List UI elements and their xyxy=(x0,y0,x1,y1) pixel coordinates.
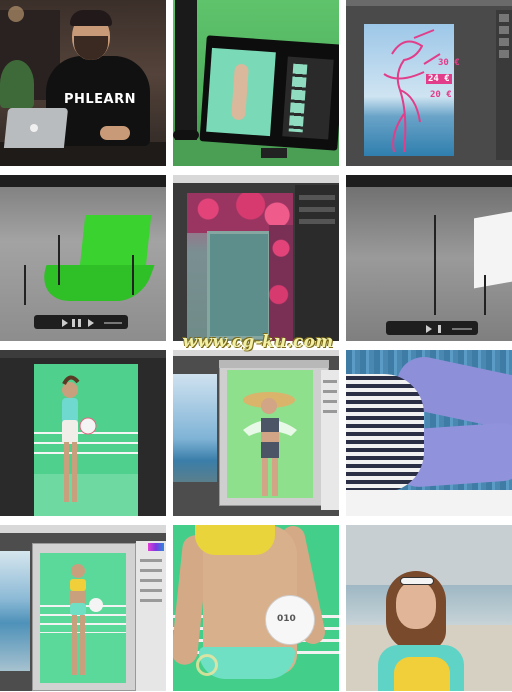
app-topbar xyxy=(346,0,512,6)
softbox xyxy=(474,211,512,289)
tile-beach-portrait[interactable] xyxy=(346,525,512,691)
play-pause-icon[interactable] xyxy=(386,322,478,336)
tool-icon[interactable] xyxy=(499,38,509,46)
striped-shorts xyxy=(346,374,424,492)
watermark-logo xyxy=(196,654,218,676)
person-leg xyxy=(175,0,197,140)
model-figure xyxy=(70,564,103,675)
app-menubar xyxy=(0,525,166,533)
tool-icon[interactable] xyxy=(499,50,509,58)
lamp xyxy=(8,6,24,22)
playback-controls[interactable] xyxy=(34,315,128,329)
tool-icon[interactable] xyxy=(499,14,509,22)
app-topbar xyxy=(0,350,166,358)
sunglasses xyxy=(400,577,434,585)
ball-text: 010 xyxy=(277,614,296,624)
tile-legs-close-up[interactable] xyxy=(346,350,512,516)
panel-row[interactable] xyxy=(140,589,162,592)
light-stand xyxy=(24,265,26,305)
viewer-topbar xyxy=(346,175,512,187)
layer-row[interactable] xyxy=(323,390,337,393)
layer-row[interactable] xyxy=(323,400,337,403)
tile-flowers-door-edit[interactable] xyxy=(173,175,339,341)
tile-photoshop-hat-model[interactable] xyxy=(173,350,339,516)
shirt-text: PHLEARN xyxy=(63,92,137,107)
light-stand xyxy=(132,255,134,295)
laptop-logo-icon xyxy=(30,124,38,132)
tile-sketch-over-sky[interactable]: 30 € 24 € 20 € xyxy=(346,0,512,166)
price-label: 20 € xyxy=(430,90,452,100)
play-pause-icon[interactable] xyxy=(34,316,128,330)
reference-sky xyxy=(173,374,217,482)
document-titlebar[interactable] xyxy=(219,360,329,368)
price-label: 30 € xyxy=(438,58,460,68)
panel-row[interactable] xyxy=(299,219,335,224)
panel-row[interactable] xyxy=(140,559,162,562)
teal-door xyxy=(207,231,271,339)
white-floor xyxy=(346,490,512,516)
light-stand xyxy=(484,275,486,315)
panel-row[interactable] xyxy=(140,569,162,572)
playback-controls[interactable] xyxy=(386,321,478,335)
swimsuit-yellow-panel xyxy=(394,657,450,691)
light-stand xyxy=(434,215,436,315)
hat-model-figure xyxy=(243,392,297,496)
price-label: 24 € xyxy=(426,74,452,84)
tile-studio-lights[interactable] xyxy=(346,175,512,341)
reference-sky xyxy=(0,551,30,671)
viewer-topbar xyxy=(0,175,166,187)
adjustments-panel xyxy=(136,541,166,691)
plant xyxy=(0,60,34,108)
color-swatch[interactable] xyxy=(148,543,164,551)
tile-photoshop-green-model[interactable] xyxy=(0,525,166,691)
presenter-hand xyxy=(100,126,130,140)
model-figure xyxy=(62,375,97,502)
panel-row[interactable] xyxy=(140,599,162,602)
layer-row[interactable] xyxy=(323,410,337,413)
yellow-top xyxy=(195,525,275,555)
tile-presenter[interactable]: PHLEARN xyxy=(0,0,166,166)
panel-row[interactable] xyxy=(299,207,335,212)
panel-row[interactable] xyxy=(299,195,335,200)
app-menubar xyxy=(173,175,339,183)
panel-row[interactable] xyxy=(140,579,162,582)
presenter-hair xyxy=(70,10,112,26)
tile-model-on-green-screen[interactable] xyxy=(0,350,166,516)
tile-studio-green-backdrop[interactable] xyxy=(0,175,166,341)
face xyxy=(396,581,436,629)
green-sweep xyxy=(33,265,155,301)
monitor-stand xyxy=(261,148,287,158)
shoe xyxy=(173,130,199,140)
side-flowers xyxy=(269,225,293,341)
light-stand xyxy=(58,235,60,285)
tool-icon[interactable] xyxy=(499,26,509,34)
layer-row[interactable] xyxy=(323,380,337,383)
site-watermark: www.cg-ku.com xyxy=(182,332,334,352)
tile-monitor-green-screen[interactable] xyxy=(173,0,339,166)
